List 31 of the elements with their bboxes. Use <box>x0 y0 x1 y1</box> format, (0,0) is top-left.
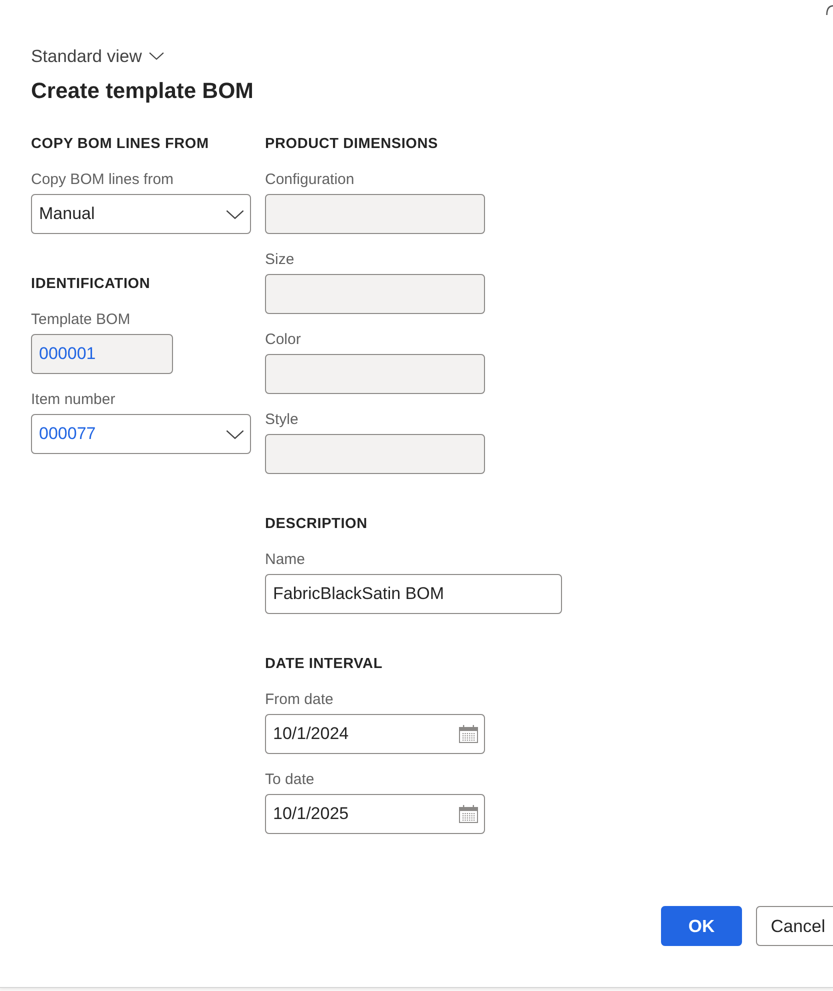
date-field[interactable]: 10/1/2024 <box>265 714 485 754</box>
field-label: Template BOM <box>31 310 130 330</box>
field-label: Color <box>265 330 301 350</box>
dialog-title: Create template BOM <box>31 77 254 105</box>
section-heading: PRODUCT DIMENSIONS <box>265 135 438 153</box>
date-field[interactable]: 10/1/2025 <box>265 794 485 834</box>
calendar-icon[interactable] <box>459 725 478 743</box>
field-label: To date <box>265 770 314 790</box>
section-heading: DATE INTERVAL <box>265 655 382 673</box>
field-label: From date <box>265 690 334 710</box>
view-selector[interactable]: Standard view <box>31 44 164 68</box>
text-field[interactable]: FabricBlackSatin BOM <box>265 574 562 614</box>
field-label: Name <box>265 550 306 570</box>
text-field: 000001 <box>31 334 173 374</box>
field-label: Style <box>265 410 298 430</box>
section-heading: IDENTIFICATION <box>31 275 150 293</box>
chevron-down-icon <box>226 430 244 438</box>
cancel-button[interactable]: Cancel <box>756 906 833 946</box>
ok-button[interactable]: OK <box>661 906 742 946</box>
section-heading: COPY BOM LINES FROM <box>31 135 209 153</box>
field-label: Item number <box>31 390 116 410</box>
calendar-icon[interactable] <box>459 805 478 823</box>
field-label: Configuration <box>265 170 354 190</box>
chevron-down-icon <box>148 52 164 60</box>
dropdown-field[interactable]: 000077 <box>31 414 251 454</box>
chevron-down-icon <box>226 210 244 218</box>
dropdown-field[interactable]: Manual <box>31 194 251 234</box>
help-icon[interactable] <box>826 5 833 16</box>
field-label: Size <box>265 250 294 270</box>
section-heading: DESCRIPTION <box>265 515 368 533</box>
field-label: Copy BOM lines from <box>31 170 174 190</box>
